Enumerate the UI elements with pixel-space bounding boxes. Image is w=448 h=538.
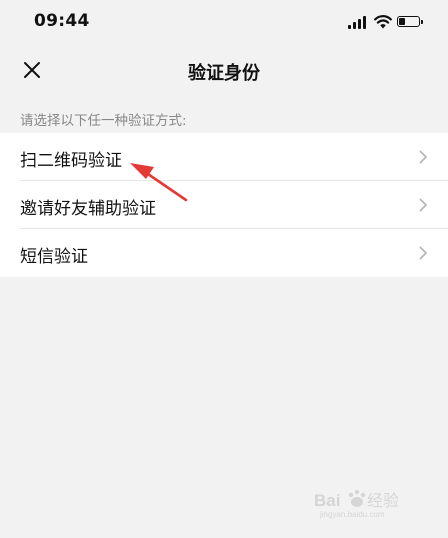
svg-text:Bai: Bai <box>314 491 340 510</box>
instruction-text: 请选择以下任一种验证方式: <box>20 113 187 129</box>
battery-icon <box>397 16 423 27</box>
option-sms[interactable]: 短信验证 <box>0 229 448 277</box>
option-friend-assist[interactable]: 邀请好友辅助验证 <box>0 181 448 229</box>
page-title: 验证身份 <box>188 63 260 84</box>
option-label: 短信验证 <box>20 247 88 267</box>
chevron-right-icon <box>419 246 427 260</box>
navigation-bar: 验证身份 <box>0 44 448 96</box>
option-label: 邀请好友辅助验证 <box>20 199 156 219</box>
baidu-jingyan-watermark: Bai 经验 jingyan.baidu.com <box>314 489 399 519</box>
chevron-right-icon <box>419 198 427 212</box>
status-time: 09:44 <box>34 11 90 31</box>
chevron-right-icon <box>419 150 427 164</box>
verification-options-list: 扫二维码验证 邀请好友辅助验证 短信验证 <box>0 133 448 277</box>
option-label: 扫二维码验证 <box>20 151 122 171</box>
status-bar: 09:44 <box>0 0 448 44</box>
cellular-signal-icon <box>348 16 368 29</box>
status-icons <box>348 14 424 30</box>
svg-text:经验: 经验 <box>367 491 399 510</box>
wifi-icon <box>374 15 392 29</box>
svg-text:jingyan.baidu.com: jingyan.baidu.com <box>319 510 385 519</box>
option-scan-qr-code[interactable]: 扫二维码验证 <box>0 133 448 181</box>
